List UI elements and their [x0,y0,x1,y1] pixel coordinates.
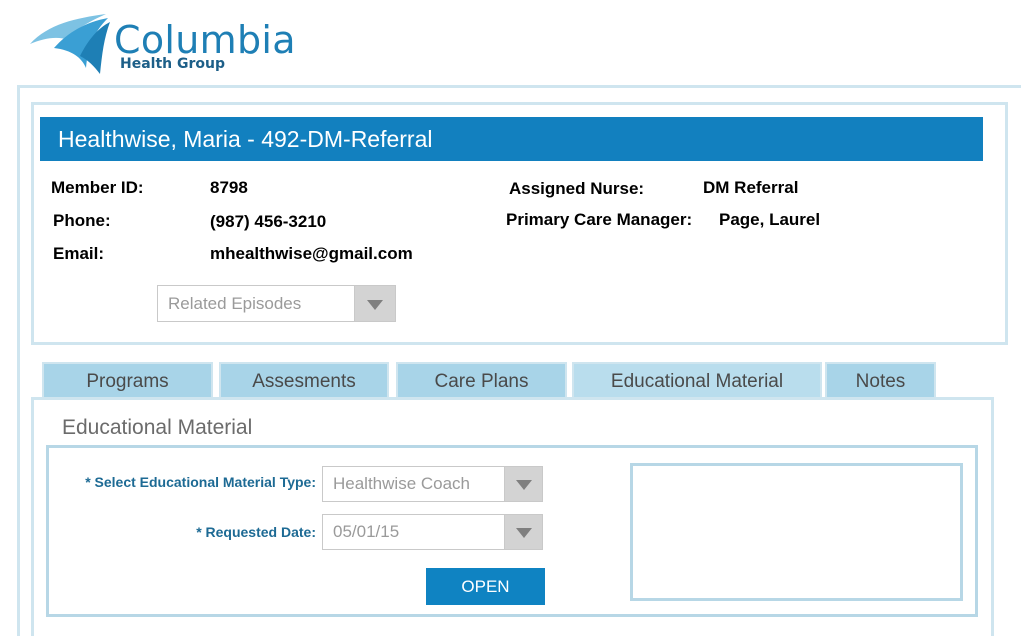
member-id-label: Member ID: [51,178,144,197]
primary-care-manager-value: Page, Laurel [719,210,821,229]
material-preview-box [630,463,963,601]
email-label: Email: [53,244,105,263]
tab-assesments[interactable]: Assesments [219,362,389,398]
tab-educational-material[interactable]: Educational Material [572,362,822,398]
phone-value: (987) 456-3210 [210,212,327,231]
chevron-down-icon [515,480,532,490]
requested-date-label: * Requested Date: [196,524,316,540]
tab-programs[interactable]: Programs [42,362,213,398]
requested-date-dropdown-button[interactable] [504,515,542,549]
member-id-value: 8798 [210,178,248,197]
requested-date-value: 05/01/15 [333,522,400,541]
member-title: Healthwise, Maria - 492-DM-Referral [40,117,983,161]
email-value: mhealthwise@gmail.com [210,244,413,263]
related-episodes-select[interactable]: Related Episodes [157,285,396,322]
chevron-down-icon [367,299,383,310]
related-episodes-dropdown-button[interactable] [354,286,395,321]
brand-subtitle: Health Group [120,56,225,72]
related-episodes-placeholder: Related Episodes [168,293,302,313]
material-type-label: * Select Educational Material Type: [85,474,316,490]
assigned-nurse-label: Assigned Nurse: [509,179,645,198]
requested-date-select[interactable]: 05/01/15 [322,514,543,550]
section-title: Educational Material [62,416,253,439]
open-button[interactable]: OPEN [426,568,545,605]
tab-notes[interactable]: Notes [825,362,936,398]
tab-care-plans[interactable]: Care Plans [396,362,567,398]
phone-label: Phone: [53,211,111,230]
material-type-value: Healthwise Coach [333,474,471,493]
brand-logo: Columbia Health Group [28,8,318,76]
material-type-dropdown-button[interactable] [504,467,542,501]
chevron-down-icon [515,528,532,538]
primary-care-manager-label: Primary Care Manager: [506,210,693,229]
swoosh-logo-icon [30,14,110,74]
material-type-select[interactable]: Healthwise Coach [322,466,543,502]
assigned-nurse-value: DM Referral [703,178,799,197]
